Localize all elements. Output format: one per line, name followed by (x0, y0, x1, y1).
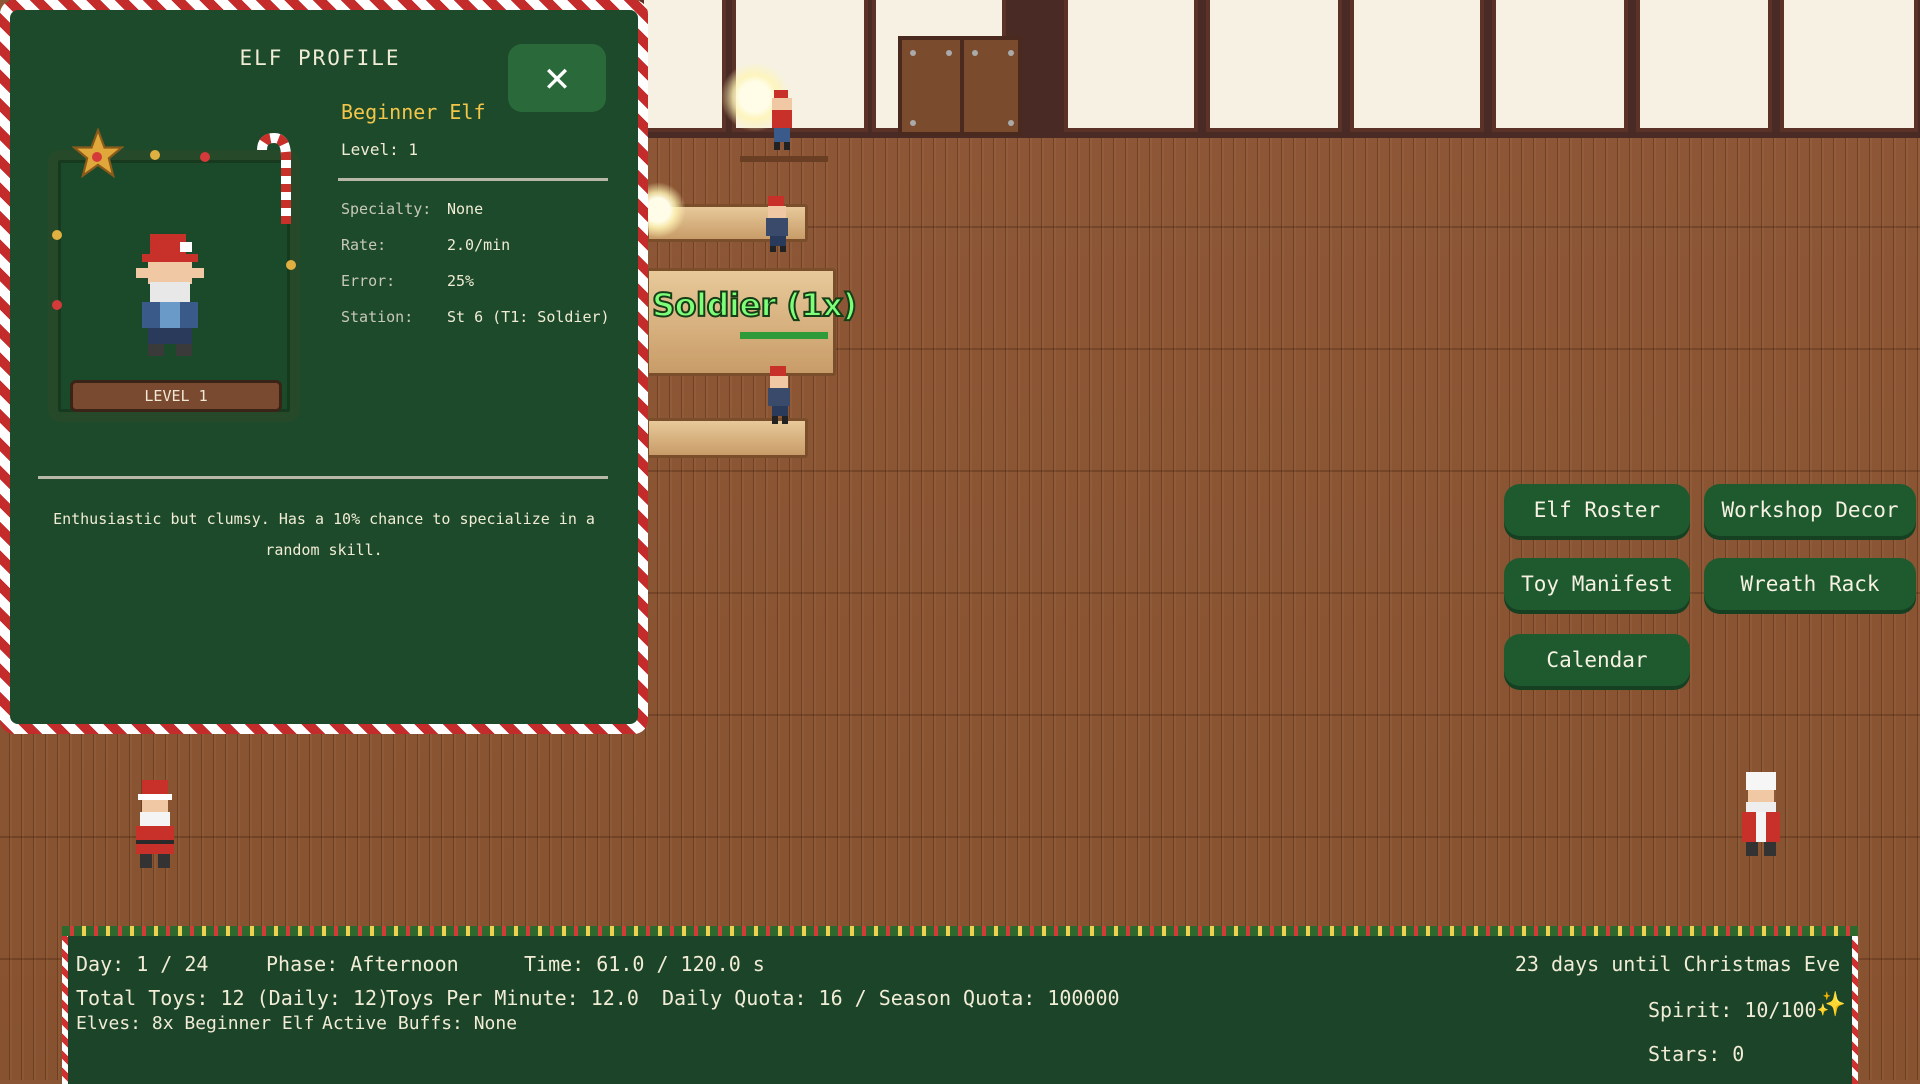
workshop-decor-button[interactable]: Workshop Decor (1704, 484, 1916, 536)
elf-sprite[interactable] (764, 90, 800, 154)
stat-station: Station: St 6 (T1: Soldier) (341, 308, 610, 326)
shelf (740, 156, 828, 162)
station-progress-bar (740, 332, 828, 339)
window (1064, 0, 1198, 132)
ornament (286, 260, 296, 270)
elf-name: Beginner Elf (341, 100, 486, 124)
divider (38, 476, 608, 479)
window (1206, 0, 1342, 132)
hud-phase: Phase: Afternoon (266, 952, 459, 976)
hud-active-buffs: Active Buffs: None (322, 1013, 518, 1034)
window (1780, 0, 1918, 132)
hud-total-toys: Total Toys: 12 (Daily: 12) (76, 986, 390, 1010)
station-production-label: Soldier (1x) (651, 285, 858, 325)
elf-roster-button[interactable]: Elf Roster (1504, 484, 1690, 536)
stat-label: Specialty: (341, 200, 432, 218)
ornament (92, 152, 102, 162)
wreath-rack-button[interactable]: Wreath Rack (1704, 558, 1916, 610)
window (1492, 0, 1628, 132)
candy-cane-icon (257, 132, 291, 224)
stat-value: St 6 (T1: Soldier) (447, 308, 610, 326)
stat-value: None (447, 200, 484, 218)
portrait-level-badge: LEVEL 1 (70, 380, 282, 412)
stat-value: 25% (447, 272, 475, 290)
hud-day: Day: 1 / 24 (76, 952, 209, 976)
elf-sprite[interactable] (760, 196, 796, 254)
toy-manifest-button[interactable]: Toy Manifest (1504, 558, 1690, 610)
close-button[interactable]: ✕ (508, 44, 606, 112)
window (640, 0, 726, 132)
window (1350, 0, 1484, 132)
stat-label: Error: (341, 272, 396, 290)
elf-profile-panel: ELF PROFILE ✕ LEVEL 1 Beginner Elf Level… (0, 0, 648, 734)
hud-quota: Daily Quota: 16 / Season Quota: 100000 (662, 986, 1120, 1010)
stat-rate: Rate: 2.0/min (341, 236, 510, 254)
stat-specialty: Specialty: None (341, 200, 483, 218)
hud-countdown: 23 days until Christmas Eve (1514, 952, 1840, 976)
workshop-door[interactable] (898, 36, 1022, 136)
divider (338, 178, 608, 181)
stat-error: Error: 25% (341, 272, 474, 290)
hud-elves: Elves: 8x Beginner Elf (76, 1013, 315, 1034)
ornament (52, 230, 62, 240)
elf-description: Enthusiastic but clumsy. Has a 10% chanc… (53, 510, 595, 559)
hud-toys-per-minute: Toys Per Minute: 12.0 (386, 986, 639, 1010)
santa-sprite[interactable] (128, 780, 184, 872)
elf-level: Level: 1 (341, 140, 419, 159)
stat-label: Station: (341, 308, 414, 326)
elf-sprite[interactable] (762, 366, 798, 426)
ornament (150, 150, 160, 160)
calendar-button[interactable]: Calendar (1504, 634, 1690, 686)
close-icon[interactable]: ✕ (544, 52, 569, 101)
sparkle-icon: ✨ (1816, 990, 1846, 1018)
window (1636, 0, 1772, 132)
ornament (200, 152, 210, 162)
stat-label: Rate: (341, 236, 387, 254)
hud-garland (62, 926, 1858, 936)
workshop-back-wall (640, 0, 1920, 138)
ornament (52, 300, 62, 310)
hud-stars: Stars: 0 (1648, 1042, 1745, 1066)
status-hud: Day: 1 / 24 Phase: Afternoon Time: 61.0 … (62, 926, 1858, 1084)
hud-time: Time: 61.0 / 120.0 s (524, 952, 765, 976)
elf-portrait (136, 234, 204, 356)
hud-spirit: Spirit: 10/100 (1648, 998, 1817, 1022)
chef-sprite[interactable] (1734, 772, 1790, 860)
stat-value: 2.0/min (447, 236, 511, 254)
